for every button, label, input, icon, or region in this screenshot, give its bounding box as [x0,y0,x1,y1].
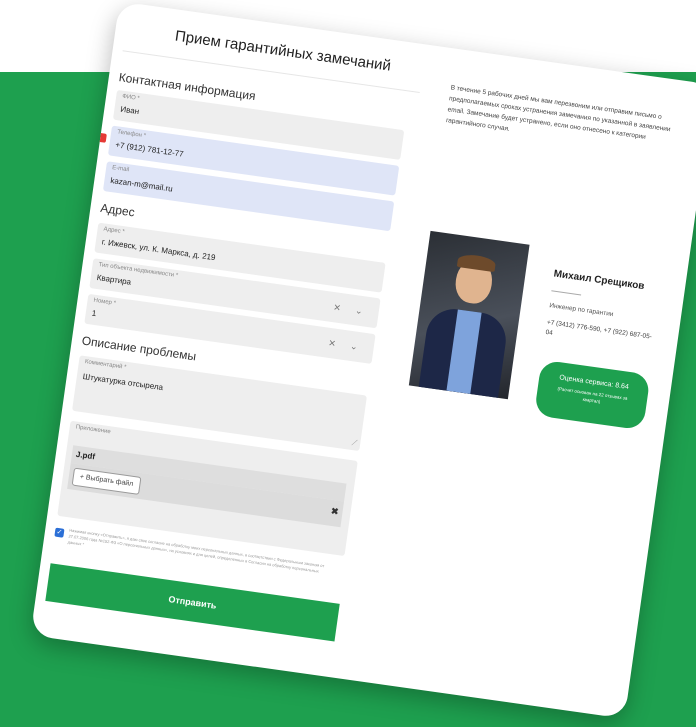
name-label: ФИО * [121,93,141,103]
attachments-label: Приложение [75,424,112,436]
engineer-phones: +7 (3412) 776-590, +7 (922) 687-05-04 [545,319,653,341]
object-type-value: Квартира [96,272,132,287]
clear-and-chevron-down-icon[interactable]: ✕ ⌄ [333,302,370,318]
email-value: kazan-m@mail.ru [109,175,174,194]
comment-value: Штукатурка отсырела [82,371,164,393]
engineer-divider [551,290,582,296]
email-label: E-mail [111,165,130,174]
info-text: В течение 5 рабочих дней мы вам перезвон… [445,84,671,141]
number-label: Номер * [93,297,117,307]
comment-label: Комментарий * [84,359,127,371]
resize-handle-icon[interactable]: ⟋ [351,438,358,449]
name-value: Иван [119,104,140,117]
remove-file-icon[interactable]: ✖ [330,506,339,518]
form-title: Прием гарантийных замечаний [174,27,392,75]
phone-value: +7 (912) 781-12-77 [114,140,185,159]
address-label: Адрес * [103,226,125,236]
section-address: Адрес [99,200,136,220]
clear-and-chevron-down-icon[interactable]: ✕ ⌄ [328,338,365,354]
attached-file-name: Ј.pdf [75,449,96,462]
engineer-role: Инженер по гарантии [548,302,614,319]
consent-checkbox[interactable]: ✓ [54,527,65,538]
engineer-photo [408,230,530,400]
engineer-name: Михаил Срещиков [552,268,646,293]
warranty-form-card: Прием гарантийных замечаний Контактная и… [30,1,696,719]
phone-label: Телефон * [116,129,147,140]
number-value: 1 [91,308,97,319]
choose-file-button[interactable]: + Выбрать файл [71,467,142,495]
address-value: г. Ижевск, ул. К. Маркса, д. 219 [101,237,217,263]
service-rating-badge: Оценка сервиса: 8.64 (Расчет основан на … [533,359,651,431]
